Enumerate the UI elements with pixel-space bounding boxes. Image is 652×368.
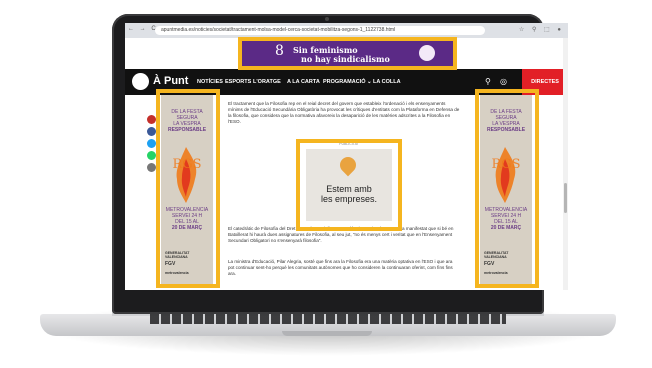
highlight-frame-left: [156, 89, 220, 288]
nav-item-esports[interactable]: ESPORTS: [225, 79, 251, 85]
extension-icons[interactable]: ☆ ⚲ ⬚ ●: [519, 26, 564, 33]
share-icon[interactable]: [147, 115, 156, 124]
article-paragraph: La ministra d'Educació, Pilar Alegria, s…: [228, 259, 453, 276]
article-paragraph: El tractament que la Filosofia rep en el…: [228, 101, 460, 124]
apunt-logo-icon[interactable]: [132, 73, 149, 90]
laptop-screen: ← → C apuntmedia.es/noticies/societat/tr…: [125, 23, 568, 290]
highlight-frame-middle: [296, 139, 402, 231]
nav-item-noticies[interactable]: NOTÍCIES: [197, 79, 223, 85]
email-icon[interactable]: [147, 163, 156, 172]
nav-item-programacio[interactable]: PROGRAMACIÓ ⌄: [323, 79, 372, 85]
camera-icon: [325, 17, 329, 21]
nav-item-a-la-carta[interactable]: A LA CARTA: [287, 79, 320, 85]
browser-toolbar: ← → C apuntmedia.es/noticies/societat/tr…: [125, 23, 568, 38]
facebook-icon[interactable]: [147, 127, 156, 136]
twitter-icon[interactable]: [147, 139, 156, 148]
highlight-frame-right: [475, 89, 539, 288]
whatsapp-icon[interactable]: [147, 151, 156, 160]
search-icon[interactable]: ⚲: [485, 77, 491, 86]
nav-item-oratge[interactable]: L'ORATGE: [253, 79, 281, 85]
nav-item-la-colla[interactable]: LA COLLA: [373, 79, 401, 85]
laptop-keyboard: [150, 314, 506, 324]
site-brand[interactable]: À Punt: [153, 75, 188, 87]
address-bar[interactable]: apuntmedia.es/noticies/societat/tractame…: [155, 26, 485, 35]
browser-nav-icons[interactable]: ← → C: [128, 26, 158, 32]
scrollbar-track[interactable]: [563, 38, 568, 290]
highlight-frame-top: [238, 37, 457, 70]
laptop-notch: [282, 331, 372, 336]
scrollbar-thumb[interactable]: [564, 183, 567, 213]
user-icon[interactable]: ◎: [500, 77, 507, 86]
